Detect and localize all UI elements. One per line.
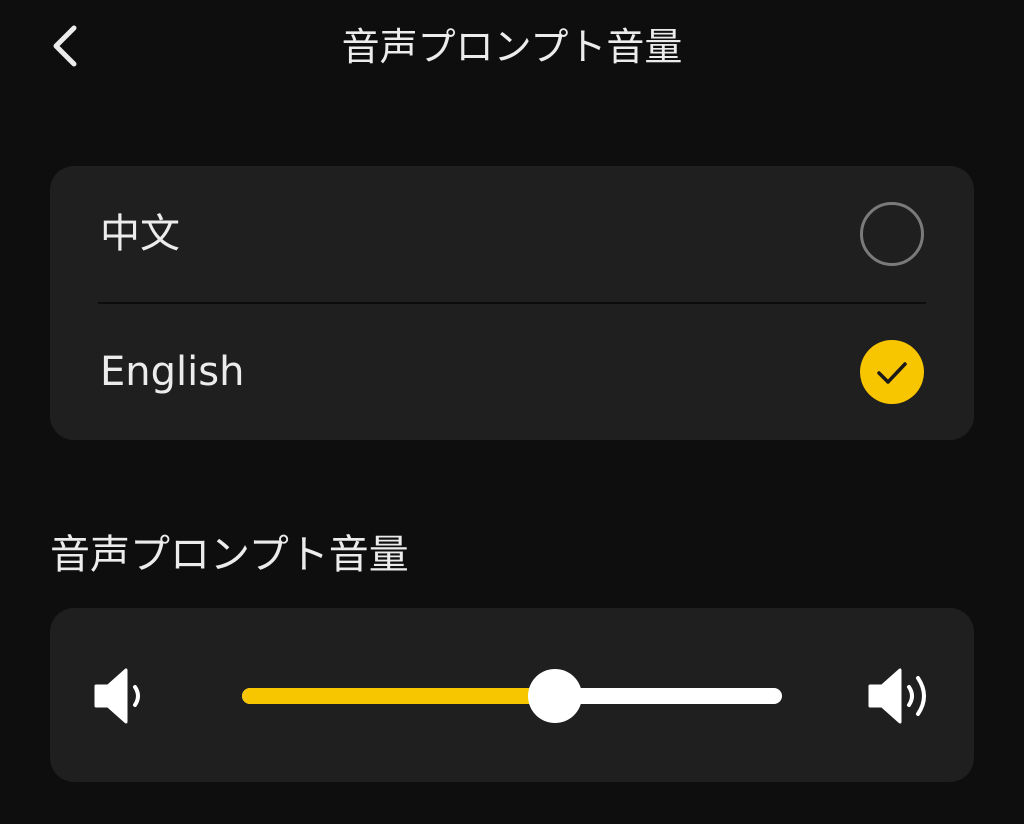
language-option-english[interactable]: English	[50, 304, 974, 440]
volume-low-button[interactable]	[90, 666, 162, 726]
option-label: English	[100, 349, 245, 395]
language-options-card: 中文 English	[50, 166, 974, 440]
option-label: 中文	[100, 211, 180, 257]
volume-card	[50, 608, 974, 782]
language-option-chinese[interactable]: 中文	[50, 166, 974, 302]
volume-low-icon	[94, 668, 140, 724]
volume-high-icon	[868, 668, 926, 724]
radio-unselected[interactable]	[860, 202, 924, 266]
slider-fill	[242, 688, 555, 704]
slider-thumb[interactable]	[528, 669, 582, 723]
radio-selected[interactable]	[860, 340, 924, 404]
volume-high-button[interactable]	[864, 666, 936, 726]
page-title: 音声プロンプト音量	[341, 25, 683, 69]
header: 音声プロンプト音量	[0, 0, 1024, 96]
volume-slider[interactable]	[242, 666, 782, 726]
section-title: 音声プロンプト音量	[50, 532, 409, 578]
check-icon	[877, 362, 907, 384]
